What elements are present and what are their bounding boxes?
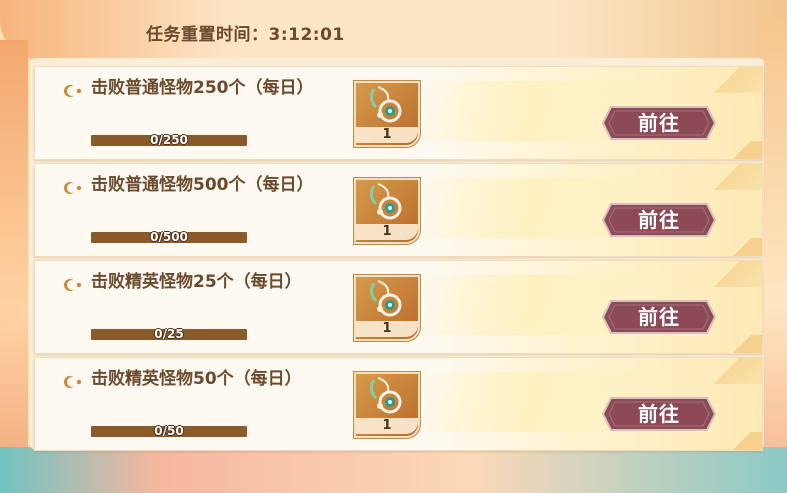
quest-card: 击败普通怪物250个（每日） 0/250 1 前往 — [34, 66, 763, 160]
progress-bar: 0/25 — [91, 327, 247, 341]
go-button-label: 前往 — [638, 111, 680, 135]
corner-ornament — [722, 238, 762, 256]
quest-title: 击败精英怪物25个（每日） — [91, 272, 302, 292]
crescent-bullet-icon — [64, 182, 82, 194]
progress-text: 0/25 — [154, 327, 184, 341]
corner-ornament — [692, 67, 762, 93]
go-button[interactable]: 前往 — [601, 396, 717, 432]
progress-bar: 0/500 — [91, 230, 247, 244]
go-button-label: 前往 — [638, 402, 680, 426]
quest-card: 击败普通怪物500个（每日） 0/500 1 前往 — [34, 163, 763, 257]
panel-frame-left — [0, 40, 28, 493]
go-button[interactable]: 前往 — [601, 299, 717, 335]
corner-ornament — [692, 164, 762, 190]
go-button-label: 前往 — [638, 305, 680, 329]
go-button[interactable]: 前往 — [601, 105, 717, 141]
quest-title: 击败精英怪物50个（每日） — [91, 369, 302, 389]
go-button[interactable]: 前往 — [601, 202, 717, 238]
progress-text: 0/50 — [154, 424, 184, 438]
reset-timer: 任务重置时间：3:12:01 — [146, 25, 345, 45]
reward-item[interactable]: 1 — [353, 177, 421, 245]
corner-ornament — [692, 261, 762, 287]
necklace-item-icon — [369, 183, 402, 220]
quest-card: 击败精英怪物25个（每日） 0/25 1 前往 — [34, 260, 763, 354]
corner-ornament — [722, 335, 762, 353]
necklace-item-icon — [369, 86, 402, 123]
progress-bar: 0/50 — [91, 424, 247, 438]
panel-frame-top — [0, 0, 787, 60]
reward-quantity: 1 — [356, 321, 418, 337]
quest-card: 击败精英怪物50个（每日） 0/50 1 前往 — [34, 357, 763, 451]
reward-quantity: 1 — [356, 127, 418, 143]
crescent-bullet-icon — [64, 376, 82, 388]
quest-title: 击败普通怪物500个（每日） — [91, 175, 314, 195]
go-button-label: 前往 — [638, 208, 680, 232]
progress-bar: 0/250 — [91, 133, 247, 147]
reward-item[interactable]: 1 — [353, 80, 421, 148]
panel-frame-right — [761, 20, 787, 493]
reward-quantity: 1 — [356, 418, 418, 434]
crescent-bullet-icon — [64, 279, 82, 291]
corner-ornament — [692, 358, 762, 384]
corner-ornament — [722, 432, 762, 450]
quest-title: 击败普通怪物250个（每日） — [91, 78, 314, 98]
necklace-item-icon — [369, 280, 402, 317]
crescent-bullet-icon — [64, 85, 82, 97]
reward-item[interactable]: 1 — [353, 274, 421, 342]
reward-item[interactable]: 1 — [353, 371, 421, 439]
reward-quantity: 1 — [356, 224, 418, 240]
corner-ornament — [722, 141, 762, 159]
progress-text: 0/250 — [150, 133, 188, 147]
necklace-item-icon — [369, 377, 402, 414]
panel-frame-bottom — [0, 447, 787, 493]
progress-text: 0/500 — [150, 230, 188, 244]
